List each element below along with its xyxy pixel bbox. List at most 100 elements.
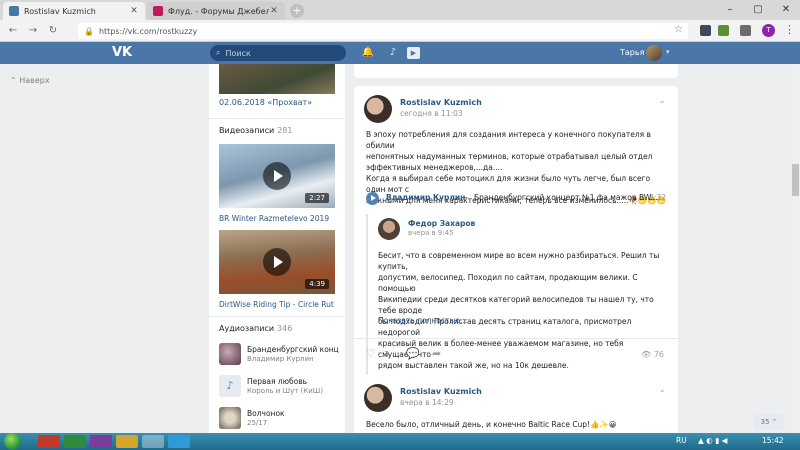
attached-audio[interactable]: Владимир Курлин – Бранденбургский концер… [366,192,666,206]
audio-artist[interactable]: Владимир Курлин [247,355,314,363]
divider [209,118,345,119]
lock-icon: 🔒 [84,26,94,36]
audio-cover [219,407,241,429]
clock[interactable]: 15:42 [762,436,784,445]
avatar[interactable] [378,218,400,240]
page-scrollbar[interactable] [791,64,800,433]
video-thumbnail[interactable]: 4:39 [219,230,335,294]
repost-date[interactable]: вчера в 9:45 [408,229,454,237]
post-actions: ♡ 3 💬 ➦ 👁 76 [354,338,678,368]
scrollbar-thumb[interactable] [792,164,799,196]
header-avatar[interactable] [646,45,662,61]
close-window-icon[interactable]: ✕ [772,0,800,20]
comment-icon[interactable]: 💬 [406,347,420,360]
post-text: Весело было, отличный день, и конечно Ba… [366,420,617,429]
search-placeholder: Поиск [225,48,251,58]
audio-item[interactable]: ♪ Первая любовь Король и Шут (КиШ) [219,375,339,399]
browser-menu-icon[interactable]: ⋮ [784,23,795,36]
chevron-down-icon[interactable]: ⌄ [658,96,666,106]
browser-tab-strip: Rostislav Kuzmich ✕ Флуд. - Форумы Джебе… [0,0,800,20]
url-text: https://vk.com/rostkuzzy [98,26,198,36]
repost-author[interactable]: Федор Захаров [408,219,475,228]
chevron-up-icon: ⌃ [769,418,778,426]
tray-icons[interactable]: ▲ ◐ ▮ ◀ [698,436,727,445]
audio-track: Бранденбургский концерт №1 фа мажор BW..… [474,193,658,202]
music-note-icon[interactable]: ♪ [386,46,400,60]
tab-forum[interactable]: Флуд. - Форумы Джебел-клуба ✕ [147,2,285,20]
like-count[interactable]: 3 [384,350,389,359]
show-more-link[interactable]: Показать полностью... [378,316,467,325]
tab-rostislav-kuzmich[interactable]: Rostislav Kuzmich ✕ [3,2,145,20]
play-icon[interactable] [263,248,291,276]
videos-count: 281 [277,126,293,135]
views-count: 👁 76 [641,350,664,359]
close-tab-icon[interactable]: ✕ [129,6,139,16]
address-bar[interactable]: 🔒 https://vk.com/rostkuzzy [78,23,688,39]
audio-artist[interactable]: Владимир Курлин [386,193,465,202]
play-icon[interactable] [366,192,379,205]
photo-album-caption[interactable]: 02.06.2018 «Прохват» [219,98,312,107]
audio-item[interactable]: Бранденбургский конце... Владимир Курлин [219,343,339,367]
post-date[interactable]: сегодня в 11:03 [400,109,463,118]
wall-post: Rostislav Kuzmich вчера в 14:29 ⌄ Весело… [354,375,678,433]
forward-arrow-icon[interactable]: → [26,24,40,38]
videos-header[interactable]: Видеозаписи 281 [219,126,293,135]
search-icon: ⌕ [216,48,221,57]
taskbar-telegram-icon[interactable] [168,435,190,448]
search-input[interactable]: ⌕ Поиск [210,45,346,61]
video-thumbnail[interactable]: 2:27 [219,144,335,208]
reload-icon[interactable]: ↻ [46,24,60,38]
audio-cover [219,343,241,365]
bookmark-star-icon[interactable]: ☆ [674,24,683,35]
extension-icon[interactable] [740,25,751,36]
video-title[interactable]: BR Winter Razmetelevo 2019 [219,214,329,223]
play-icon[interactable] [263,162,291,190]
language-indicator[interactable]: RU [676,436,687,445]
taskbar-chrome-icon[interactable] [142,435,164,448]
audio-artist[interactable]: 25/17 [247,419,267,427]
audio-separator: – [464,193,468,202]
audio-count: 346 [277,324,293,333]
avatar[interactable] [364,95,392,123]
photo-thumbnail[interactable] [219,64,335,94]
chevron-down-icon[interactable]: ⌄ [658,385,666,395]
start-button[interactable] [4,433,21,450]
extension-icon[interactable] [700,25,711,36]
video-duration: 2:27 [305,193,329,203]
video-title[interactable]: DirtWise Riding Tip - Circle Rut [219,300,334,309]
like-heart-icon[interactable]: ♡ [366,347,376,360]
audio-title: Волчонок [247,409,285,418]
taskbar-app-icon[interactable] [116,435,138,448]
avatar[interactable] [364,384,392,412]
vk-favicon-icon [9,6,19,16]
messages-badge[interactable]: 35 ⌃ [754,414,784,430]
music-note-icon: ♪ [219,375,241,397]
browser-profile-avatar[interactable]: T [762,24,775,37]
video-duration: 4:39 [305,279,329,289]
back-to-top-link[interactable]: ⌃ Наверх [10,76,50,85]
maximize-icon[interactable]: ▢ [744,0,772,20]
post-author[interactable]: Rostislav Kuzmich [400,98,482,107]
vk-logo-icon[interactable]: VK [112,45,134,61]
forum-favicon-icon [153,6,163,16]
new-tab-button[interactable]: + [290,4,304,18]
taskbar-app-icon[interactable] [90,435,112,448]
minimize-icon[interactable]: – [716,0,744,20]
back-arrow-icon[interactable]: ← [6,24,20,38]
audio-artist[interactable]: Король и Шут (КиШ) [247,387,323,395]
taskbar-app-icon[interactable] [64,435,86,448]
post-author[interactable]: Rostislav Kuzmich [400,387,482,396]
close-tab-icon[interactable]: ✕ [269,6,279,16]
header-user-name[interactable]: Тарья [620,48,644,57]
extension-icon[interactable] [718,25,729,36]
audio-header[interactable]: Аудиозаписи 346 [219,324,292,333]
vk-header: VK ⌕ Поиск 🔔 ♪ ▶ Тарья ▾ [0,42,800,64]
chevron-down-icon[interactable]: ▾ [666,48,670,56]
play-icon[interactable]: ▶ [407,47,420,59]
taskbar-app-icon[interactable] [38,435,60,448]
share-arrow-icon[interactable]: ➦ [432,347,441,360]
post-date[interactable]: вчера в 14:29 [400,398,454,407]
tab-title: Rostislav Kuzmich [24,6,96,16]
audio-item[interactable]: Волчонок 25/17 [219,407,339,431]
bell-icon[interactable]: 🔔 [361,46,375,60]
